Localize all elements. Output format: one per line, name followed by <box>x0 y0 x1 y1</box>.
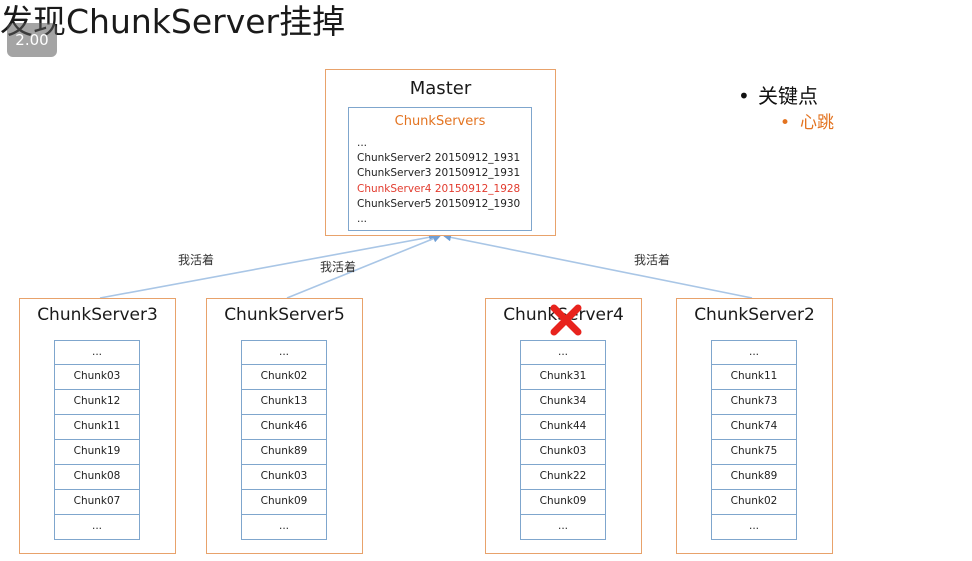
master-node: Master ChunkServers ... ChunkServer2 2015… <box>325 69 556 236</box>
heartbeat-line-chunkserver2 <box>443 233 753 299</box>
chunk-cell: Chunk22 <box>520 465 606 490</box>
chunkserver-node: ChunkServer5 ... Chunk02 Chunk13 Chunk46 Chu… <box>206 298 363 554</box>
chunkserver-entry: ... <box>357 213 368 226</box>
chunkserver-node: ChunkServer2 ... Chunk11 Chunk73 Chunk74 Chu… <box>676 298 833 554</box>
chunk-cell: ... <box>711 340 797 365</box>
chunk-cell: Chunk03 <box>54 365 140 390</box>
chunk-list: ... Chunk02 Chunk13 Chunk46 Chunk89 Chunk03 Ch… <box>241 340 327 540</box>
chunk-cell: Chunk02 <box>241 365 327 390</box>
chunk-cell: Chunk34 <box>520 390 606 415</box>
chunkserver-title: ChunkServer2 <box>694 305 815 325</box>
heartbeat-label-chunkserver5: 我活着 <box>320 260 357 274</box>
chunk-cell: Chunk13 <box>241 390 327 415</box>
chunk-cell: ... <box>54 515 140 540</box>
chunkserver-title: ChunkServer5 <box>224 305 345 325</box>
chunkserver-node: ChunkServer3 ... Chunk03 Chunk12 Chunk11 Chu… <box>19 298 176 554</box>
chunk-cell: Chunk75 <box>711 440 797 465</box>
chunk-cell: Chunk08 <box>54 465 140 490</box>
chunk-cell: ... <box>520 515 606 540</box>
heartbeat-line-chunkserver5 <box>286 234 441 299</box>
chunkserver-entry: ChunkServer2 20150912_1931 <box>357 152 521 165</box>
chunk-cell: Chunk02 <box>711 490 797 515</box>
chunk-cell: ... <box>241 515 327 540</box>
heartbeat-line-chunkserver3 <box>99 233 437 299</box>
chunk-cell: Chunk11 <box>711 365 797 390</box>
chunk-cell: Chunk74 <box>711 415 797 440</box>
heartbeat-label-chunkserver2: 我活着 <box>634 253 671 267</box>
chunkserver-title: ChunkServer3 <box>37 305 158 325</box>
chunkservers-table-title: ChunkServers <box>394 114 486 129</box>
chunk-cell: Chunk44 <box>520 415 606 440</box>
chunk-list: ... Chunk11 Chunk73 Chunk74 Chunk75 Chunk89 Ch… <box>711 340 797 540</box>
chunkserver-entry: ... <box>357 137 368 149</box>
chunk-cell: Chunk03 <box>520 440 606 465</box>
chunk-cell: ... <box>54 340 140 365</box>
chunk-list: ... Chunk03 Chunk12 Chunk11 Chunk19 Chunk08 Ch… <box>54 340 140 540</box>
chunk-cell: Chunk03 <box>241 465 327 490</box>
chunkservers-list: ... ChunkServer2 20150912_1931 ChunkServer… <box>357 136 520 227</box>
chunkservers-table: ChunkServers ... ChunkServer2 20150912_19… <box>348 107 532 231</box>
chunk-cell: Chunk07 <box>54 490 140 515</box>
chunkserver-entry-stale: ChunkServer4 20150912_1928 <box>357 182 521 195</box>
chunk-cell: ... <box>241 340 327 365</box>
heartbeat-label-chunkserver3: 我活着 <box>178 253 215 267</box>
chunk-cell: Chunk09 <box>520 490 606 515</box>
chunk-cell: Chunk09 <box>241 490 327 515</box>
chunkserver-entry: ChunkServer3 20150912_1931 <box>357 167 521 180</box>
chunk-cell: Chunk11 <box>54 415 140 440</box>
chunk-list: ... Chunk31 Chunk34 Chunk44 Chunk03 Chunk22 Ch… <box>520 340 606 540</box>
chunk-cell: ... <box>711 515 797 540</box>
chunkserver-entry: ChunkServer5 20150912_1930 <box>357 197 521 210</box>
failed-x-icon <box>550 304 582 336</box>
chunk-cell: ... <box>520 340 606 365</box>
chunk-cell: Chunk12 <box>54 390 140 415</box>
chunk-cell: Chunk73 <box>711 390 797 415</box>
chunk-cell: Chunk19 <box>54 440 140 465</box>
chunk-cell: Chunk46 <box>241 415 327 440</box>
chunk-cell: Chunk31 <box>520 365 606 390</box>
chunk-cell: Chunk89 <box>241 440 327 465</box>
master-title: Master <box>409 78 472 99</box>
chunk-cell: Chunk89 <box>711 465 797 490</box>
